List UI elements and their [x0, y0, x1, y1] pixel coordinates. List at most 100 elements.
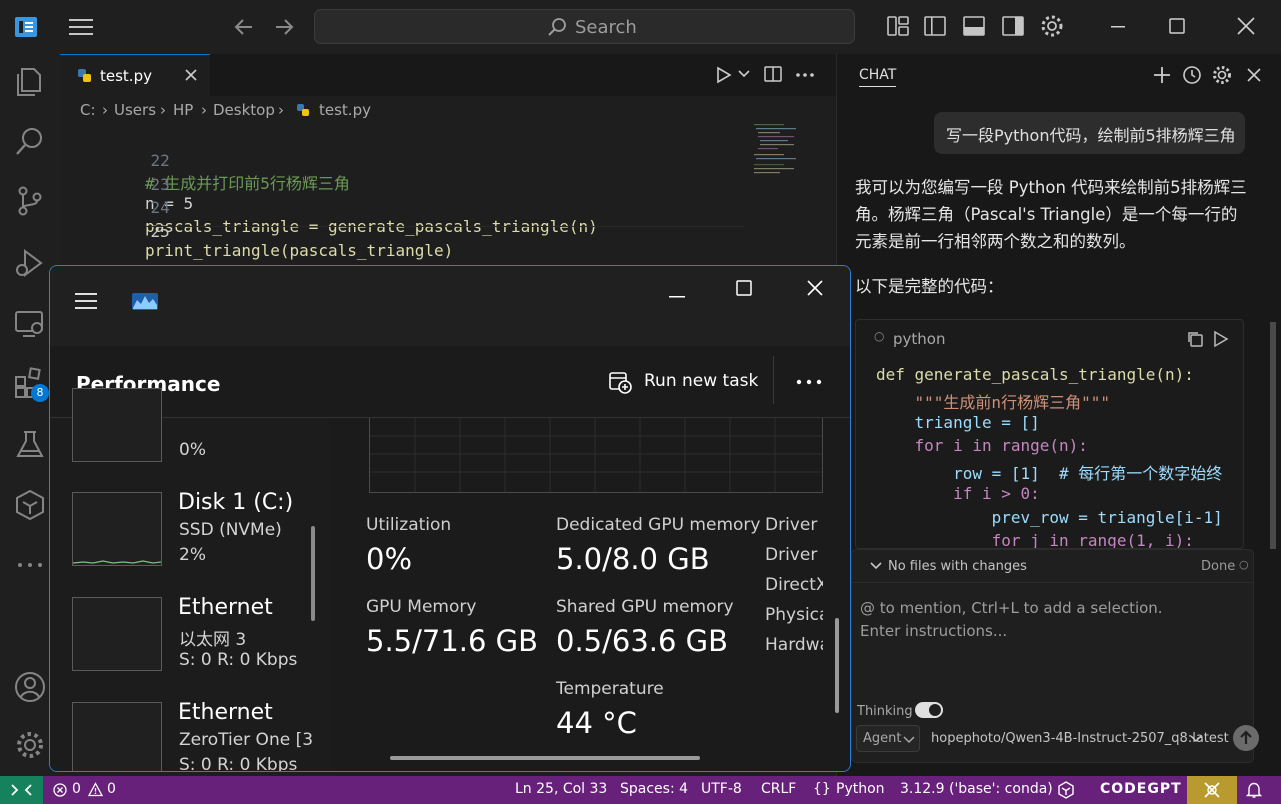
run-code-icon[interactable] [1213, 330, 1229, 348]
copilot-disabled-icon[interactable] [1187, 776, 1237, 804]
line-ending[interactable]: CRLF [761, 781, 796, 797]
warnings-count[interactable]: 0 [107, 781, 116, 797]
current-line-highlight [145, 226, 745, 227]
more-actions-icon[interactable] [795, 72, 815, 78]
maximize-icon[interactable] [1164, 13, 1190, 39]
breadcrumb-item[interactable]: Desktop [213, 101, 275, 119]
testing-flask-icon[interactable] [13, 428, 47, 462]
more-options-icon[interactable] [796, 378, 822, 386]
close-icon[interactable] [1233, 13, 1259, 39]
account-icon[interactable] [13, 670, 47, 704]
detail-horizontal-scrollbar[interactable] [390, 756, 700, 760]
explorer-icon[interactable] [13, 64, 47, 98]
toggle-panel-icon[interactable] [961, 13, 987, 39]
forward-arrow-icon[interactable] [272, 15, 296, 39]
python-interpreter[interactable]: 3.12.9 ('base': conda) [900, 781, 1053, 797]
run-debug-icon[interactable] [13, 246, 47, 280]
driver-info-clip: Driver v Driver d DirectX Physica Hardwa [765, 515, 823, 665]
more-views-icon[interactable] [13, 548, 47, 582]
task-manager-window: Performance Run new task 0% Disk 1 (C:) … [49, 265, 851, 772]
send-button[interactable] [1233, 725, 1259, 751]
ethernet-graph-thumbnail[interactable] [72, 702, 162, 771]
breadcrumb-item[interactable]: Users [114, 101, 156, 119]
driver-info-label: Physica [765, 605, 823, 625]
breadcrumb-item[interactable]: test.py [319, 101, 371, 119]
chevron-down-icon[interactable] [738, 69, 750, 79]
device-title[interactable]: Disk 1 (C:) [178, 490, 293, 515]
toggle-primary-sidebar-icon[interactable] [922, 13, 948, 39]
changes-bar[interactable]: No files with changes Done ○ [851, 549, 1254, 583]
gpu-usage-graph [369, 418, 823, 493]
maximize-icon[interactable] [734, 278, 754, 298]
codegpt-icon[interactable] [13, 488, 47, 522]
disk-graph-thumbnail[interactable] [72, 492, 162, 566]
done-button[interactable]: Done [1201, 559, 1235, 574]
chat-title[interactable]: CHAT [859, 67, 897, 87]
language-mode[interactable]: Python [836, 781, 885, 797]
codegpt-label[interactable]: CODEGPT [1100, 781, 1182, 797]
codegpt-status-icon[interactable] [1057, 781, 1075, 799]
detail-vertical-scrollbar[interactable] [835, 618, 839, 713]
breadcrumb-item[interactable]: HP [173, 101, 193, 119]
user-message: 写一段Python代码，绘制前5排杨辉三角 [934, 112, 1245, 154]
vscode-logo-icon [14, 15, 38, 39]
device-title[interactable]: Ethernet [178, 700, 273, 725]
device-title[interactable]: Ethernet [178, 595, 273, 620]
hamburger-menu-icon[interactable] [74, 291, 98, 311]
encoding[interactable]: UTF-8 [701, 781, 742, 797]
history-icon[interactable] [1181, 64, 1203, 86]
errors-count[interactable]: 0 [72, 781, 81, 797]
toggle-secondary-sidebar-icon[interactable] [1000, 13, 1026, 39]
task-manager-titlebar [50, 266, 850, 346]
search-bar[interactable]: Search [314, 9, 855, 44]
chat-input[interactable]: @ to mention, Ctrl+L to add a selection.… [851, 583, 1259, 763]
run-python-icon[interactable] [715, 66, 733, 84]
device-graph-thumbnail[interactable] [72, 388, 162, 462]
tab-test-py[interactable]: test.py [60, 54, 210, 96]
run-new-task-button[interactable]: Run new task [606, 368, 766, 398]
temperature-value: 44 °C [556, 706, 637, 740]
model-select[interactable]: hopephoto/Qwen3-4B-Instruct-2507_q8:late… [931, 731, 1229, 746]
extensions-badge: 8 [31, 384, 49, 402]
chevron-down-icon [870, 561, 882, 571]
driver-info-label: Driver d [765, 545, 823, 565]
errors-icon[interactable] [53, 783, 67, 797]
divider [773, 356, 774, 404]
settings-gear-icon[interactable] [1211, 64, 1233, 86]
code-area[interactable]: 22 # 生成并打印前5行杨辉三角 23 n = 5 24 pascals_tr… [60, 130, 750, 260]
thinking-toggle[interactable] [915, 702, 943, 718]
close-icon[interactable] [805, 278, 825, 298]
split-editor-icon[interactable] [764, 65, 782, 83]
copy-icon[interactable] [1186, 330, 1204, 348]
new-chat-plus-icon[interactable] [1151, 64, 1173, 86]
ethernet-graph-thumbnail[interactable] [72, 597, 162, 671]
menu-icon[interactable] [68, 16, 94, 38]
minimize-icon[interactable] [667, 286, 687, 306]
remote-indicator[interactable] [0, 776, 43, 804]
chevron-down-icon[interactable] [1190, 734, 1202, 744]
remote-explorer-icon[interactable] [13, 306, 47, 340]
minimize-icon[interactable] [1105, 13, 1131, 39]
chat-scrollbar[interactable] [1270, 322, 1276, 549]
source-control-icon[interactable] [13, 184, 47, 218]
minimap[interactable] [750, 122, 814, 182]
notifications-bell-icon[interactable] [1245, 781, 1263, 799]
tab-close-icon[interactable] [184, 68, 198, 82]
code-lang-label: python [893, 330, 946, 348]
tab-label: test.py [100, 67, 152, 85]
device-list: 0% Disk 1 (C:) SSD (NVMe) 2% Ethernet 以太… [50, 388, 330, 771]
back-arrow-icon[interactable] [232, 15, 256, 39]
code-comment: # 生成并打印前5行杨辉三角 [145, 174, 350, 193]
indentation[interactable]: Spaces: 4 [620, 781, 688, 797]
agent-select[interactable]: Agent [856, 725, 920, 752]
manage-gear-icon[interactable] [13, 728, 47, 762]
breadcrumb-item[interactable]: C: [80, 101, 96, 119]
device-list-scrollbar[interactable] [311, 526, 315, 621]
cursor-position[interactable]: Ln 25, Col 33 [515, 781, 607, 797]
code-line: 22 # 生成并打印前5行杨辉三角 [60, 132, 350, 193]
customize-layout-icon[interactable] [885, 13, 911, 39]
close-icon[interactable] [1243, 64, 1265, 86]
settings-gear-icon[interactable] [1039, 13, 1065, 39]
warnings-icon[interactable] [88, 782, 103, 797]
search-icon[interactable] [13, 124, 47, 158]
